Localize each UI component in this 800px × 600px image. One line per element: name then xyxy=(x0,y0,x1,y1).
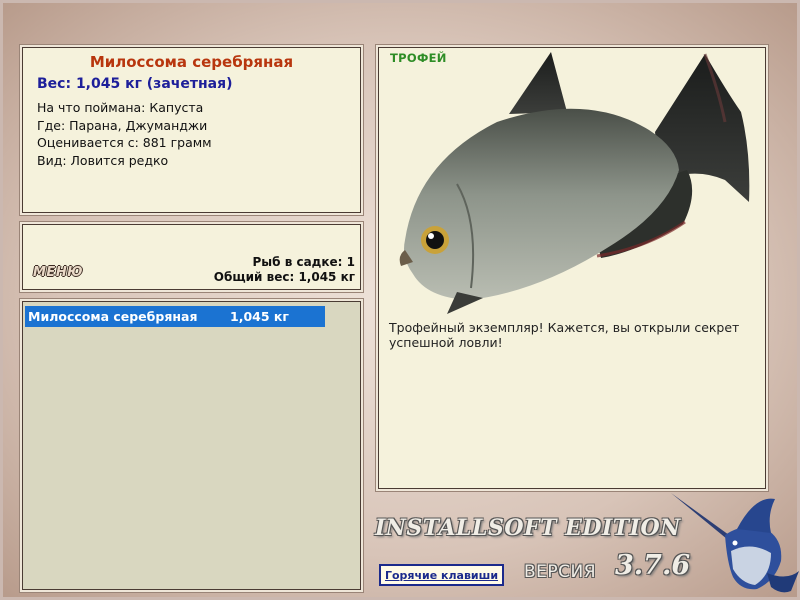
trophy-message: Трофейный экземпляр! Кажется, вы открыли… xyxy=(389,320,740,350)
fish-info-panel: Милоссома серебряная Вес: 1,045 кг (заче… xyxy=(22,47,361,213)
cage-panel: МЕНЮ Рыб в садке: 1 Общий вес: 1,045 кг xyxy=(22,224,361,290)
detail-bait: На что поймана: Капуста xyxy=(37,100,204,115)
cage-stats: Рыб в садке: 1 Общий вес: 1,045 кг xyxy=(214,255,355,285)
list-item-name: Милоссома серебряная xyxy=(28,309,198,324)
cage-total-weight: Общий вес: 1,045 кг xyxy=(213,270,355,284)
detail-min-weight: Оценивается с: 881 грамм xyxy=(37,135,212,150)
fish-weight: Вес: 1,045 кг (зачетная) xyxy=(37,76,233,92)
trophy-panel: ТРОФЕЙ Трофейный экземпляр! Кажется, вы … xyxy=(378,47,766,489)
hotkeys-link[interactable]: Горячие клавиши xyxy=(379,564,504,586)
detail-rarity: Вид: Ловится редко xyxy=(37,152,169,168)
version-label: ВЕРСИЯ xyxy=(524,562,597,582)
marlin-logo xyxy=(671,493,799,593)
list-item-weight: 1,045 кг xyxy=(230,309,289,324)
edition-title: INSTALLSOFT EDITION xyxy=(375,515,681,541)
menu-button[interactable]: МЕНЮ xyxy=(33,265,83,280)
cage-fish-count: Рыб в садке: 1 xyxy=(252,255,356,269)
silver-dollar-fish-picture xyxy=(399,52,750,314)
catch-list[interactable]: Милоссома серебряная 1,045 кг xyxy=(22,301,361,590)
fish-name-title: Милоссома серебряная xyxy=(89,53,294,71)
detail-location: Где: Парана, Джуманджи xyxy=(37,117,208,133)
list-item[interactable]: Милоссома серебряная 1,045 кг xyxy=(25,306,325,327)
fish-details: На что поймана: Капуста Где: Парана, Джу… xyxy=(37,99,212,169)
